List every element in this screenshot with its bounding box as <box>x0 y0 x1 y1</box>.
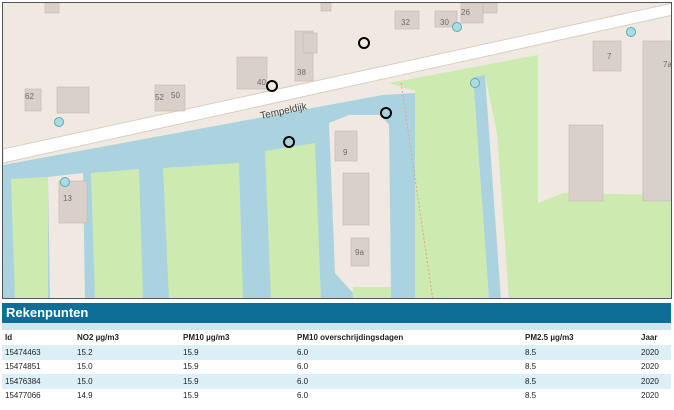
selected-point-marker[interactable] <box>266 80 278 92</box>
column-header-pm10[interactable]: PM10 µg/m3 <box>180 330 294 345</box>
column-header-year[interactable]: Jaar <box>638 330 671 345</box>
house-number: 13 <box>63 194 72 203</box>
cell-year: 2020 <box>638 359 671 374</box>
rekenpunten-panel: Rekenpunten Id NO2 µg/m3 PM10 µg/m3 PM10… <box>2 303 671 403</box>
map-view[interactable]: 32 30 26 40 38 62 52 50 7 7a 9 9a 13 Tem… <box>2 2 672 299</box>
cell-year: 2020 <box>638 374 671 389</box>
house-number: 7 <box>607 52 612 61</box>
cell-year: 2020 <box>638 345 671 360</box>
map-canvas: 32 30 26 40 38 62 52 50 7 7a 9 9a 13 Tem… <box>3 3 672 298</box>
house-number: 30 <box>440 18 449 27</box>
cell-no2: 15.0 <box>74 359 180 374</box>
cell-pm10-days: 6.0 <box>294 359 522 374</box>
cell-pm10-days: 6.0 <box>294 374 522 389</box>
panel-divider <box>2 323 671 330</box>
table-row[interactable]: 15477066 14.9 15.9 6.0 8.5 2020 <box>2 388 671 403</box>
table-row[interactable]: 15474463 15.2 15.9 6.0 8.5 2020 <box>2 345 671 360</box>
table-row[interactable]: 15476384 15.0 15.9 6.0 8.5 2020 <box>2 374 671 389</box>
column-header-id[interactable]: Id <box>2 330 74 345</box>
house-number: 38 <box>297 68 306 77</box>
cell-pm10-days: 6.0 <box>294 345 522 360</box>
house-number: 26 <box>461 8 470 17</box>
panel-title: Rekenpunten <box>2 303 671 323</box>
building <box>482 3 498 14</box>
cell-id: 15476384 <box>2 374 74 389</box>
grass-field <box>91 169 143 298</box>
cell-id: 15474851 <box>2 359 74 374</box>
grass-field <box>163 163 243 298</box>
house-number: 9 <box>343 148 348 157</box>
building <box>342 172 370 226</box>
house-number: 9a <box>355 248 364 257</box>
cell-year: 2020 <box>638 388 671 403</box>
cell-id: 15474463 <box>2 345 74 360</box>
column-header-pm10-days[interactable]: PM10 overschrijdingsdagen <box>294 330 522 345</box>
calculation-point-marker[interactable] <box>626 27 636 37</box>
cell-pm10: 15.9 <box>180 374 294 389</box>
house-number: 50 <box>171 91 180 100</box>
cell-pm10: 15.9 <box>180 345 294 360</box>
house-number: 7a <box>663 60 672 69</box>
table-row[interactable]: 15474851 15.0 15.9 6.0 8.5 2020 <box>2 359 671 374</box>
calculation-point-marker[interactable] <box>54 117 64 127</box>
grass-patch <box>353 287 391 298</box>
grass-field <box>11 177 48 298</box>
grass-field <box>265 143 321 298</box>
building <box>56 86 90 114</box>
calculation-point-marker[interactable] <box>452 22 462 32</box>
calculation-point-marker[interactable] <box>60 177 70 187</box>
cell-id: 15477066 <box>2 388 74 403</box>
building <box>320 3 332 12</box>
house-number: 62 <box>25 92 34 101</box>
selected-point-marker[interactable] <box>358 37 370 49</box>
cell-pm25: 8.5 <box>522 359 638 374</box>
house-number: 40 <box>257 78 266 87</box>
table-header-row: Id NO2 µg/m3 PM10 µg/m3 PM10 overschrijd… <box>2 330 671 345</box>
cell-pm25: 8.5 <box>522 388 638 403</box>
results-table: Id NO2 µg/m3 PM10 µg/m3 PM10 overschrijd… <box>2 330 671 403</box>
cell-no2: 15.2 <box>74 345 180 360</box>
cell-no2: 15.0 <box>74 374 180 389</box>
calculation-point-marker[interactable] <box>470 78 480 88</box>
building <box>568 124 604 202</box>
cell-no2: 14.9 <box>74 388 180 403</box>
cell-pm10: 15.9 <box>180 359 294 374</box>
building <box>44 3 60 14</box>
cell-pm25: 8.5 <box>522 374 638 389</box>
cell-pm10: 15.9 <box>180 388 294 403</box>
column-header-pm25[interactable]: PM2.5 µg/m3 <box>522 330 638 345</box>
house-number: 32 <box>401 18 410 27</box>
house-number: 52 <box>155 93 164 102</box>
cell-pm25: 8.5 <box>522 345 638 360</box>
building <box>302 32 318 54</box>
cell-pm10-days: 6.0 <box>294 388 522 403</box>
column-header-no2[interactable]: NO2 µg/m3 <box>74 330 180 345</box>
